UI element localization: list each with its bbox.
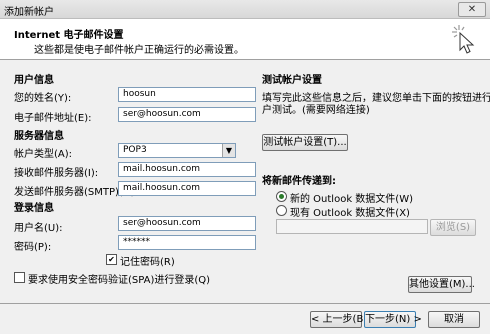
existing-data-file-radio[interactable] — [276, 205, 287, 216]
add-account-dialog: 添加新帐户 ✕ Internet 电子邮件设置 这些都是使电子邮件帐户正确运行的… — [0, 0, 490, 334]
title-bar: 添加新帐户 ✕ — [0, 0, 490, 19]
spa-checkbox[interactable] — [14, 272, 25, 283]
remember-password-label[interactable]: 记住密码(R) — [120, 253, 175, 268]
more-settings-button[interactable]: 其他设置(M)... — [408, 276, 475, 293]
login-info-heading: 登录信息 — [14, 203, 54, 214]
header-panel: Internet 电子邮件设置 这些都是使电子邮件帐户正确运行的必需设置。 — [0, 19, 490, 60]
window-title: 添加新帐户 — [4, 7, 54, 18]
password-field[interactable]: ****** — [118, 235, 256, 250]
next-button[interactable]: 下一步(N) > — [364, 311, 422, 328]
user-info-heading: 用户信息 — [14, 75, 54, 86]
page-description: 这些都是使电子邮件帐户正确运行的必需设置。 — [34, 45, 244, 56]
name-label: 您的姓名(Y): — [14, 93, 72, 104]
server-info-heading: 服务器信息 — [14, 131, 64, 142]
test-description-line2: 户测试。(需要网络连接) — [262, 105, 370, 116]
username-field[interactable]: ser@hoosun.com — [118, 216, 256, 231]
page-title: Internet 电子邮件设置 — [14, 30, 124, 41]
account-type-value: POP3 — [123, 145, 147, 155]
existing-data-file-label[interactable]: 现有 Outlook 数据文件(X) — [290, 204, 410, 219]
account-type-select[interactable]: POP3 ▼ — [118, 143, 236, 158]
name-field[interactable]: hoosun — [118, 87, 256, 102]
outgoing-server-field[interactable]: mail.hoosun.com — [118, 181, 256, 196]
remember-password-checkbox[interactable]: ✔ — [106, 254, 117, 265]
test-account-button[interactable]: 测试帐户设置(T)... — [262, 134, 348, 151]
incoming-server-label: 接收邮件服务器(I): — [14, 168, 99, 179]
browse-button[interactable]: 浏览(S) — [430, 219, 476, 236]
incoming-server-field[interactable]: mail.hoosun.com — [118, 162, 256, 177]
click-cursor-icon — [452, 25, 475, 54]
new-data-file-radio[interactable] — [276, 191, 287, 202]
footer-divider — [0, 303, 490, 304]
back-button[interactable]: < 上一步(B) — [310, 311, 367, 328]
new-data-file-label[interactable]: 新的 Outlook 数据文件(W) — [290, 190, 413, 205]
cancel-button[interactable]: 取消 — [428, 311, 480, 328]
spa-label[interactable]: 要求使用安全密码验证(SPA)进行登录(Q) — [28, 271, 210, 286]
chevron-down-icon[interactable]: ▼ — [222, 144, 235, 157]
data-file-path-field[interactable] — [276, 219, 428, 234]
username-label: 用户名(U): — [14, 223, 63, 234]
close-button[interactable]: ✕ — [458, 2, 486, 17]
test-settings-heading: 测试帐户设置 — [262, 75, 322, 86]
email-label: 电子邮件地址(E): — [14, 113, 92, 124]
account-type-label: 帐户类型(A): — [14, 149, 73, 160]
email-field[interactable]: ser@hoosun.com — [118, 107, 256, 122]
deliver-heading: 将新邮件传递到: — [262, 176, 336, 187]
password-label: 密码(P): — [14, 242, 52, 253]
